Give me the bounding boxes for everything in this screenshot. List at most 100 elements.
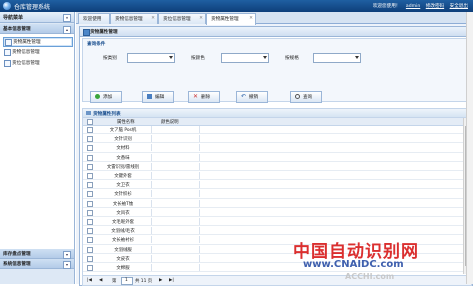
table-row[interactable]: 文风衣 [83, 208, 463, 218]
panel-header: 货物属性管理 [80, 27, 472, 37]
table-row[interactable]: 文雷识别/雷线别 [83, 162, 463, 172]
row-checkbox[interactable] [87, 182, 93, 189]
row-checkbox[interactable] [87, 219, 93, 225]
row-checkbox[interactable] [87, 265, 93, 271]
delete-button[interactable]: ✕ 删除 [188, 91, 220, 103]
column-divider [151, 254, 152, 262]
prev-page-icon[interactable]: ◀ [99, 278, 102, 283]
column-divider [199, 227, 200, 235]
close-icon[interactable]: ✕ [249, 16, 253, 21]
column-divider [199, 190, 200, 198]
sidebar-title: 导航菜单 [3, 15, 24, 21]
close-icon[interactable]: ✕ [199, 16, 203, 21]
row-checkbox[interactable] [87, 145, 93, 152]
sidebar-collapse-button[interactable]: « [63, 14, 71, 22]
table-row[interactable]: 文针织衫 [83, 190, 463, 199]
row-checkbox[interactable] [87, 246, 93, 253]
tab-goods-info[interactable]: 货物信息管理 ✕ [110, 13, 158, 24]
column-divider [199, 199, 200, 207]
color-select[interactable] [221, 53, 269, 63]
table-row[interactable]: 文针识别 [83, 135, 463, 144]
folder-icon [5, 39, 12, 46]
row-checkbox[interactable] [87, 237, 93, 244]
user-link[interactable]: admin [406, 4, 420, 9]
table-row[interactable]: 文材料 [83, 144, 463, 153]
row-checkbox[interactable] [87, 173, 93, 179]
column-divider [199, 153, 200, 161]
logout-link[interactable]: 安全退出 [450, 4, 468, 9]
add-button[interactable]: 添加 [90, 91, 122, 103]
next-page-icon[interactable]: ▶ [159, 278, 162, 283]
table-row[interactable]: 文ア脑 Pos机 [83, 126, 463, 135]
row-checkbox[interactable] [87, 154, 93, 161]
row-checkbox[interactable] [87, 255, 93, 262]
tab-location-info[interactable]: 货位信息管理 ✕ [158, 13, 206, 24]
edit-button[interactable]: 编辑 [142, 91, 174, 103]
table-row[interactable]: 文卫衣 [83, 181, 463, 190]
sidebar-item-location-info[interactable]: 货位信息管理 [3, 59, 71, 67]
table-row[interactable]: 文键外套 [83, 172, 463, 181]
window-scrollbar[interactable] [466, 12, 473, 284]
tab-goods-attribute[interactable]: 货物属性管理 ✕ [206, 13, 256, 25]
column-divider [199, 254, 200, 262]
category-select[interactable] [127, 53, 175, 63]
column-divider [199, 172, 200, 179]
spec-select[interactable] [313, 53, 361, 63]
undo-button[interactable]: ↶ 撤销 [236, 91, 268, 103]
column-divider [199, 264, 200, 271]
first-page-icon[interactable]: |◀ [87, 278, 92, 283]
row-checkbox[interactable] [87, 136, 93, 143]
table-row[interactable]: 文香味 [83, 153, 463, 162]
table-row[interactable]: 文毛呢外套 [83, 218, 463, 227]
table-row[interactable]: 文长袖T恤 [83, 199, 463, 208]
chevron-down-icon [263, 56, 267, 59]
sidebar: 导航菜单 « 基本信息管理 ▴ 货物属性管理 货物信息管理 货位信息管理 库存盘… [0, 12, 75, 284]
column-divider [151, 236, 152, 244]
tab-welcome[interactable]: 欢迎使用 [78, 13, 110, 24]
row-checkbox[interactable] [87, 209, 93, 216]
column-divider [151, 135, 152, 143]
column-header-color-desc[interactable]: 颜色说明 [161, 119, 179, 125]
folder-icon [4, 49, 11, 56]
column-divider [199, 218, 200, 225]
column-divider [151, 264, 152, 271]
search-button[interactable]: 查询 [290, 91, 322, 103]
sidebar-item-goods-attribute[interactable]: 货物属性管理 [3, 37, 73, 47]
table-row[interactable]: 文棉服 [83, 264, 463, 273]
category-label: 按类别 [103, 56, 117, 61]
add-button-label: 添加 [103, 95, 113, 100]
group-expand-icon[interactable]: ▾ [63, 251, 71, 259]
row-checkbox[interactable] [87, 127, 93, 133]
group-expand-icon[interactable]: ▾ [63, 261, 71, 269]
select-all-checkbox[interactable] [87, 119, 93, 125]
column-divider [199, 144, 200, 152]
query-title: 查询条件 [87, 42, 106, 47]
edit-button-label: 编辑 [155, 95, 165, 100]
sidebar-group-inventory[interactable]: 库存盘点管理 ▾ [0, 249, 74, 259]
group-collapse-icon[interactable]: ▴ [63, 26, 71, 34]
table-row[interactable]: 文羽绒/毛衣 [83, 227, 463, 236]
sidebar-item-goods-info[interactable]: 货物信息管理 [3, 48, 71, 56]
row-checkbox[interactable] [87, 200, 93, 207]
edit-icon [147, 94, 152, 99]
sidebar-item-label: 货物信息管理 [12, 50, 40, 55]
change-password-link[interactable]: 修改密码 [426, 4, 444, 9]
column-divider [199, 236, 200, 244]
row-checkbox[interactable] [87, 228, 93, 235]
row-checkbox[interactable] [87, 163, 93, 170]
sidebar-group-basic-info[interactable]: 基本信息管理 ▴ [0, 24, 74, 34]
attribute-name-cell: 文香味 [116, 155, 130, 161]
row-checkbox[interactable] [87, 191, 93, 198]
last-page-icon[interactable]: ▶| [169, 278, 174, 283]
panel-title: 货物属性管理 [90, 30, 118, 35]
column-header-attribute-name[interactable]: 属性名称 [117, 119, 135, 125]
query-section: 查询条件 按类别 按颜色 按规格 [82, 38, 472, 102]
watermark-footer: ACCHI.com [345, 272, 395, 281]
attribute-name-cell: 文ア脑 Pos机 [109, 128, 137, 133]
attribute-name-cell: 文长袖衬衫 [112, 238, 134, 244]
tab-label: 欢迎使用 [83, 17, 102, 22]
page-label: 第 [112, 279, 117, 284]
close-icon[interactable]: ✕ [151, 16, 155, 21]
sidebar-group-system[interactable]: 系统信息管理 ▾ [0, 259, 74, 269]
watermark-url: www.CNAIDC.com [303, 259, 404, 270]
